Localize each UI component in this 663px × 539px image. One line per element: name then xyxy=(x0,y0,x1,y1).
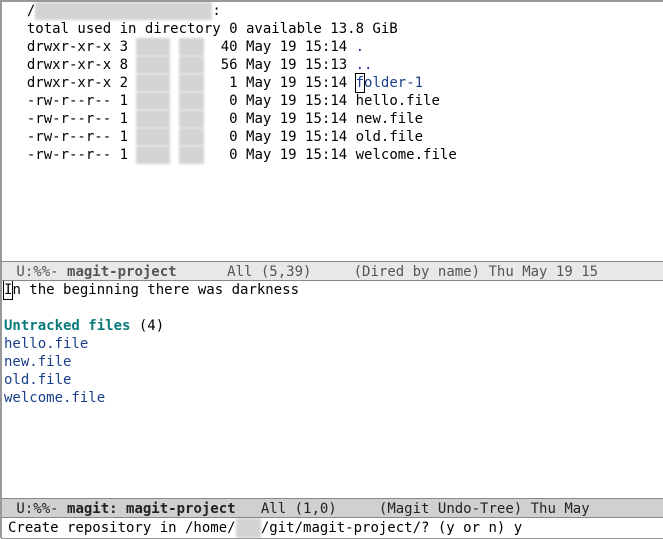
dired-row-user-blur: ████ xyxy=(136,74,170,92)
magit-untracked-header[interactable]: Untracked files (4) xyxy=(4,317,663,335)
dired-row-perms: -rw-r--r-- 1 xyxy=(10,111,136,127)
dired-row-user-blur: ████ xyxy=(136,38,170,56)
dired-row-group-blur: ███ xyxy=(179,38,204,56)
dired-header-suffix: : xyxy=(212,3,220,19)
dired-row-size-date: 0 May 19 15:14 xyxy=(204,111,356,127)
dired-row[interactable]: -rw-r--r-- 1 ████ ███ 0 May 19 15:14 old… xyxy=(10,128,663,146)
dired-row[interactable]: drwxr-xr-x 2 ████ ███ 1 May 19 15:14 fol… xyxy=(10,74,663,92)
dired-row-name[interactable]: new.file xyxy=(356,111,423,127)
dired-row-group-blur: ███ xyxy=(179,74,204,92)
dired-row-name[interactable]: old.file xyxy=(356,129,423,145)
dired-row-group-blur: ███ xyxy=(179,128,204,146)
dired-row-group-blur: ███ xyxy=(179,92,204,110)
dired-header-prefix: / xyxy=(10,3,35,19)
modeline-date: Thu May xyxy=(522,501,598,517)
magit-head-line: In the beginning there was darkness xyxy=(4,281,663,299)
modeline-buffer-name: magit-project xyxy=(67,264,177,280)
minibuffer[interactable]: Create repository in /home/███/git/magit… xyxy=(2,518,663,538)
modeline-magit: U:%%- magit: magit-project All (1,0) (Ma… xyxy=(2,498,663,518)
dired-row-user-blur: ████ xyxy=(136,128,170,146)
modeline-mode: (Dired by name) xyxy=(354,264,480,280)
magit-untracked-label: Untracked files xyxy=(4,318,130,334)
magit-cursor: I xyxy=(3,281,13,300)
modeline-date: Thu May 19 15 xyxy=(480,264,598,280)
dired-row-perms: drwxr-xr-x 3 xyxy=(10,39,136,55)
dired-row-perms: -rw-r--r-- 1 xyxy=(10,147,136,163)
dired-total-line: total used in directory 0 available 13.8… xyxy=(10,20,663,38)
modeline-left: U:%%- xyxy=(8,501,67,517)
dired-row-size-date: 0 May 19 15:14 xyxy=(204,147,356,163)
dired-pane[interactable]: /████/███/████████████: total used in di… xyxy=(2,2,663,261)
magit-pane[interactable]: In the beginning there was darkness Untr… xyxy=(2,281,663,498)
magit-untracked-file[interactable]: welcome.file xyxy=(4,389,663,407)
modeline-position: All (1,0) xyxy=(236,501,379,517)
dired-row[interactable]: -rw-r--r-- 1 ████ ███ 0 May 19 15:14 wel… xyxy=(10,146,663,164)
minibuffer-prompt-prefix: Create repository in /home/ xyxy=(8,520,236,536)
dired-row-name[interactable]: welcome.file xyxy=(356,147,457,163)
blank-line xyxy=(4,299,663,317)
magit-untracked-count: (4) xyxy=(130,318,164,334)
dired-row[interactable]: drwxr-xr-x 8 ████ ███ 56 May 19 15:13 .. xyxy=(10,56,663,74)
dired-row-name[interactable]: .. xyxy=(356,57,373,73)
dired-row-group-blur: ███ xyxy=(179,146,204,164)
dired-row-perms: -rw-r--r-- 1 xyxy=(10,129,136,145)
dired-row-user-blur: ████ xyxy=(136,56,170,74)
dired-row-name[interactable]: folder-1 xyxy=(356,75,423,91)
dired-row-size-date: 0 May 19 15:14 xyxy=(204,129,356,145)
dired-header: /████/███/████████████: xyxy=(10,2,663,20)
dired-header-blur: ████/███/████████████ xyxy=(35,2,212,20)
dired-row-name[interactable]: . xyxy=(356,39,364,55)
dired-row-group-blur: ███ xyxy=(179,110,204,128)
dired-row-size-date: 40 May 19 15:14 xyxy=(204,39,356,55)
minibuffer-answer: y xyxy=(514,520,522,536)
modeline-buffer-name: magit: magit-project xyxy=(67,501,236,517)
dired-row-size-date: 1 May 19 15:14 xyxy=(204,75,356,91)
dired-row-perms: drwxr-xr-x 8 xyxy=(10,57,136,73)
dired-row[interactable]: -rw-r--r-- 1 ████ ███ 0 May 19 15:14 new… xyxy=(10,110,663,128)
dired-row-user-blur: ████ xyxy=(136,110,170,128)
minibuffer-prompt-suffix: /git/magit-project/? (y or n) xyxy=(261,520,514,536)
modeline-left: U:%%- xyxy=(8,264,67,280)
magit-untracked-file[interactable]: hello.file xyxy=(4,335,663,353)
dired-row-perms: drwxr-xr-x 2 xyxy=(10,75,136,91)
dired-row-name[interactable]: hello.file xyxy=(356,93,440,109)
dired-cursor: f xyxy=(355,73,365,93)
dired-row-group-blur: ███ xyxy=(179,56,204,74)
dired-row[interactable]: -rw-r--r-- 1 ████ ███ 0 May 19 15:14 hel… xyxy=(10,92,663,110)
dired-row-user-blur: ████ xyxy=(136,92,170,110)
dired-row-size-date: 56 May 19 15:13 xyxy=(204,57,356,73)
magit-untracked-file[interactable]: old.file xyxy=(4,371,663,389)
modeline-dired: U:%%- magit-project All (5,39) (Dired by… xyxy=(2,261,663,281)
dired-row-size-date: 0 May 19 15:14 xyxy=(204,93,356,109)
modeline-mode: (Magit Undo-Tree) xyxy=(379,501,522,517)
magit-untracked-file[interactable]: new.file xyxy=(4,353,663,371)
dired-row-perms: -rw-r--r-- 1 xyxy=(10,93,136,109)
minibuffer-blur: ███ xyxy=(236,518,261,538)
modeline-position: All (5,39) xyxy=(177,264,354,280)
dired-row-user-blur: ████ xyxy=(136,146,170,164)
dired-row[interactable]: drwxr-xr-x 3 ████ ███ 40 May 19 15:14 . xyxy=(10,38,663,56)
